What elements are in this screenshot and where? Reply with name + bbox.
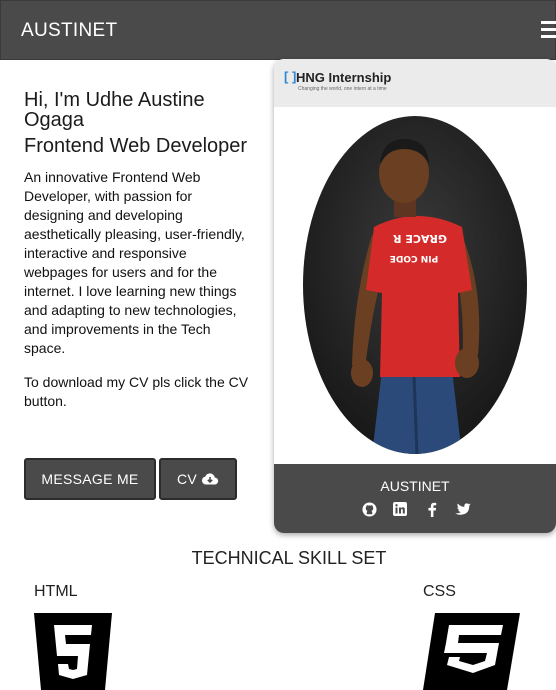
cv-label: CV [176, 471, 198, 487]
card-name: AUSTINET [380, 478, 450, 494]
cloud-download-icon [201, 473, 219, 485]
social-links [361, 501, 471, 517]
profile-card: [ ] HNG Internship Changing the world, o… [274, 59, 556, 533]
cv-button[interactable]: CV [159, 458, 237, 500]
skill-label-html: HTML [34, 583, 78, 600]
profile-photo: GRACE R PIN CODE [303, 116, 527, 454]
hamburger-icon[interactable] [541, 21, 556, 39]
message-me-button[interactable]: MESSAGE ME [24, 458, 156, 500]
html5-icon [34, 613, 112, 690]
skill-label-css: CSS [423, 583, 456, 600]
cv-note: To download my CV pls click the CV butto… [24, 374, 249, 409]
bio-text: An innovative Frontend Web Developer, wi… [24, 169, 245, 356]
facebook-icon[interactable] [424, 501, 440, 517]
brand-logo[interactable]: AUSTINET [21, 20, 117, 42]
role-heading: Frontend Web Developer [24, 135, 248, 157]
card-footer: AUSTINET [274, 464, 556, 533]
hng-tagline: Changing the world, one intern at a time [298, 86, 387, 92]
twitter-icon[interactable] [455, 501, 471, 517]
shirt-text-top: GRACE R [393, 232, 447, 245]
intro-section: Hi, I'm Udhe Austine Ogaga Frontend Web … [24, 90, 254, 411]
skills-title: TECHNICAL SKILL SET [191, 548, 387, 568]
hng-logo-icon: [ ] [284, 69, 297, 84]
linkedin-icon[interactable] [392, 501, 408, 517]
css3-icon [423, 613, 520, 690]
greeting-heading: Hi, I'm Udhe Austine Ogaga [24, 89, 205, 131]
navbar: AUSTINET [0, 0, 556, 60]
hng-title: HNG Internship [296, 70, 392, 85]
github-icon[interactable] [361, 501, 377, 517]
message-me-label: MESSAGE ME [41, 471, 139, 487]
hng-banner: [ ] HNG Internship Changing the world, o… [274, 59, 556, 107]
shirt-text-bottom: PIN CODE [390, 253, 439, 263]
